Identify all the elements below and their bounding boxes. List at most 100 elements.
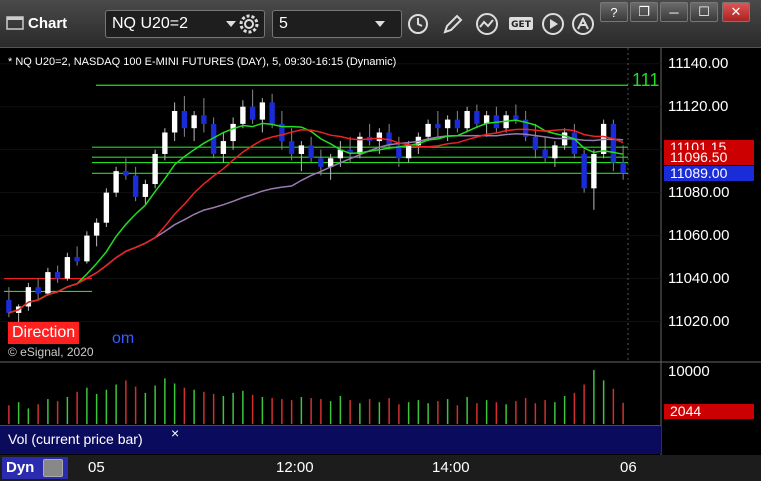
candle-body (201, 115, 207, 124)
price-axis-label: 11040.00 (668, 269, 730, 287)
interval-input[interactable]: 5 (272, 10, 402, 38)
candle-body (171, 111, 178, 133)
restore-button[interactable]: ❐ (630, 2, 658, 22)
candle-body (425, 123, 431, 137)
candle-body (93, 222, 100, 236)
settings-button[interactable] (236, 11, 262, 37)
volume-tag: 2044 (664, 404, 754, 419)
candle-body (240, 106, 246, 124)
candle-body (181, 111, 188, 129)
maximize-button[interactable]: ☐ (690, 2, 718, 22)
studies-button[interactable] (474, 11, 500, 37)
interval-dropdown-icon[interactable] (375, 21, 385, 27)
study-icon (476, 13, 498, 35)
candle-body (35, 287, 41, 294)
clock-icon (408, 14, 428, 34)
candle-body (103, 192, 110, 223)
volume-axis-label: 10000 (668, 363, 710, 380)
vwap-line (8, 133, 624, 314)
price-axis-label: 11140.00 (668, 54, 729, 72)
candle-body (581, 153, 587, 189)
candle-body (113, 171, 119, 193)
candle-body (552, 145, 558, 159)
gear-icon (239, 14, 259, 34)
candle-body (132, 175, 139, 197)
candle-body (54, 272, 61, 279)
draw-tool-button[interactable] (440, 11, 466, 37)
symbol-dropdown-icon[interactable] (226, 21, 236, 27)
ma-fast-line (8, 119, 624, 314)
candle-body (259, 102, 266, 120)
title-bar: Chart NQ U20=2 5 GET ? ❐ ─ ☐ ✕ (0, 0, 761, 48)
candle-body (152, 153, 158, 185)
candle-body (308, 145, 314, 159)
candle-body (123, 171, 129, 176)
alert-icon (572, 13, 594, 35)
chart-header: * NQ U20=2, NASDAQ 100 E-MINI FUTURES (D… (8, 56, 397, 68)
alert-button[interactable] (570, 11, 596, 37)
candle-body (74, 257, 80, 262)
price-tag: 11096.50 (664, 150, 754, 166)
candle-body (220, 141, 227, 154)
candle-body (269, 102, 275, 124)
volume-panel-label[interactable]: Vol (current price bar) (8, 431, 143, 447)
dyn-icon (42, 459, 63, 478)
price-axis-label: 11120.00 (668, 97, 729, 115)
candle-body (162, 132, 168, 154)
candle-body (444, 119, 451, 129)
candle-body (318, 158, 324, 167)
volume-close-icon[interactable]: × (171, 425, 179, 441)
candle-body (571, 132, 578, 154)
svg-text:GET: GET (511, 20, 532, 30)
candle-body (405, 145, 412, 159)
time-label: 12:00 (276, 459, 314, 476)
window-title: Chart (28, 14, 68, 32)
candle-body (298, 145, 305, 154)
app-title: Chart (6, 14, 67, 32)
candle-body (474, 111, 480, 124)
price-tag: 11089.00 (664, 166, 754, 182)
time-label: 14:00 (432, 459, 470, 476)
candle-body (454, 119, 461, 129)
candle-body (532, 136, 539, 150)
price-chart[interactable] (0, 48, 761, 481)
play-icon (542, 13, 564, 35)
get-button[interactable]: GET (508, 11, 534, 37)
candle-body (435, 123, 441, 129)
direction-badge: Direction (8, 322, 80, 344)
candle-body (591, 153, 597, 189)
candle-body (64, 257, 71, 279)
price-axis-label: 11080.00 (668, 183, 730, 201)
link-fragment[interactable]: om (112, 330, 134, 348)
candle-body (513, 115, 519, 120)
help-button[interactable]: ? (600, 2, 628, 22)
pencil-icon (443, 14, 463, 34)
play-button[interactable] (540, 11, 566, 37)
candle-body (620, 162, 626, 174)
price-axis-label: 11060.00 (668, 226, 730, 244)
window-menu-icon[interactable] (6, 14, 24, 32)
dyn-button[interactable]: Dyn (2, 457, 68, 479)
close-button[interactable]: ✕ (722, 2, 750, 22)
time-label: 06 (620, 459, 637, 476)
candle-body (142, 184, 149, 197)
candle-body (230, 123, 236, 142)
time-axis (0, 455, 761, 481)
candle-body (376, 132, 383, 142)
interval-value[interactable]: 5 (273, 15, 375, 33)
time-template-button[interactable] (405, 11, 431, 37)
candle-body (45, 272, 51, 294)
get-icon: GET (509, 17, 533, 30)
candle-body (191, 115, 197, 129)
level-label: 111 (632, 70, 660, 90)
time-label: 05 (88, 459, 105, 476)
price-axis-label: 11020.00 (668, 312, 730, 330)
copyright: © eSignal, 2020 (8, 345, 94, 359)
symbol-value[interactable]: NQ U20=2 (106, 15, 226, 33)
candle-body (464, 111, 470, 129)
candle-body (84, 235, 90, 262)
candle-body (288, 141, 295, 154)
dyn-label: Dyn (6, 459, 35, 476)
minimize-button[interactable]: ─ (660, 2, 688, 22)
candle-body (610, 123, 617, 163)
